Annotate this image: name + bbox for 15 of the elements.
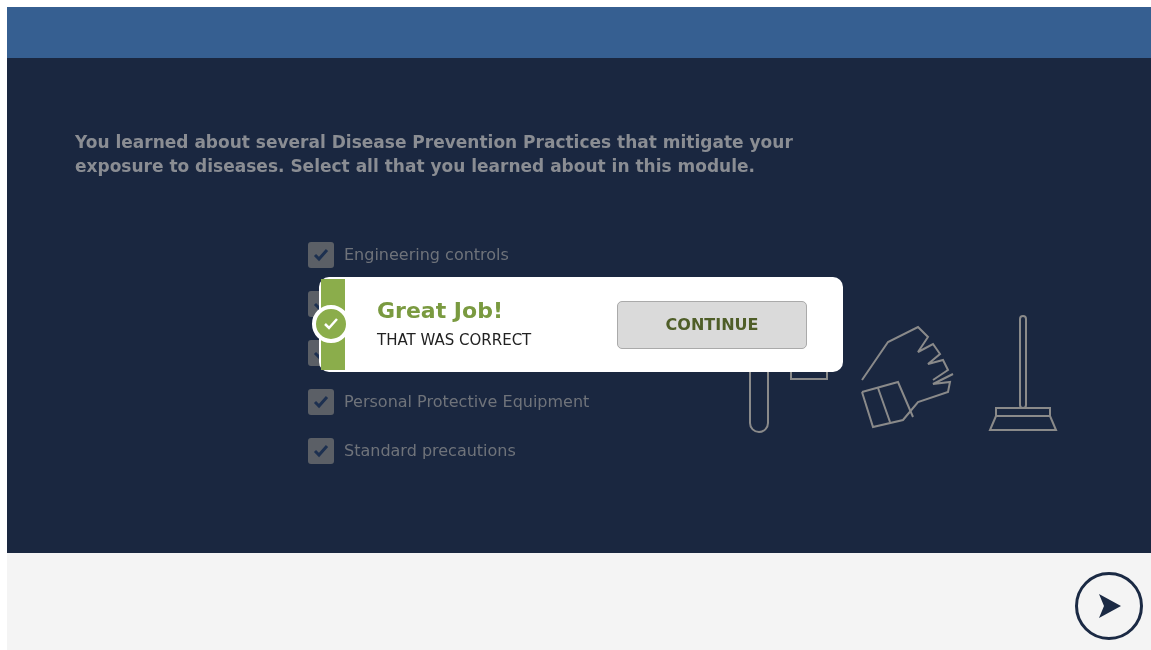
check-icon [313,444,329,458]
continue-button[interactable]: CONTINUE [617,300,807,349]
option-label: Personal Protective Equipment [344,391,590,413]
broom-icon [988,314,1058,434]
next-button[interactable] [1075,572,1143,640]
feedback-title: Great Job! [377,297,504,326]
checkbox[interactable] [308,438,334,464]
feedback-message: THAT WAS CORRECT [377,330,533,352]
check-icon [313,248,329,262]
option-label: Standard precautions [344,440,516,462]
check-icon [313,395,329,409]
question-text: You learned about several Disease Prevention Practices that mitigate your exposure to diseases. Select all that you learned about in this module. [75,131,794,178]
option-label: Engineering controls [344,244,509,266]
checkbox[interactable] [308,242,334,268]
checkbox[interactable] [308,389,334,415]
